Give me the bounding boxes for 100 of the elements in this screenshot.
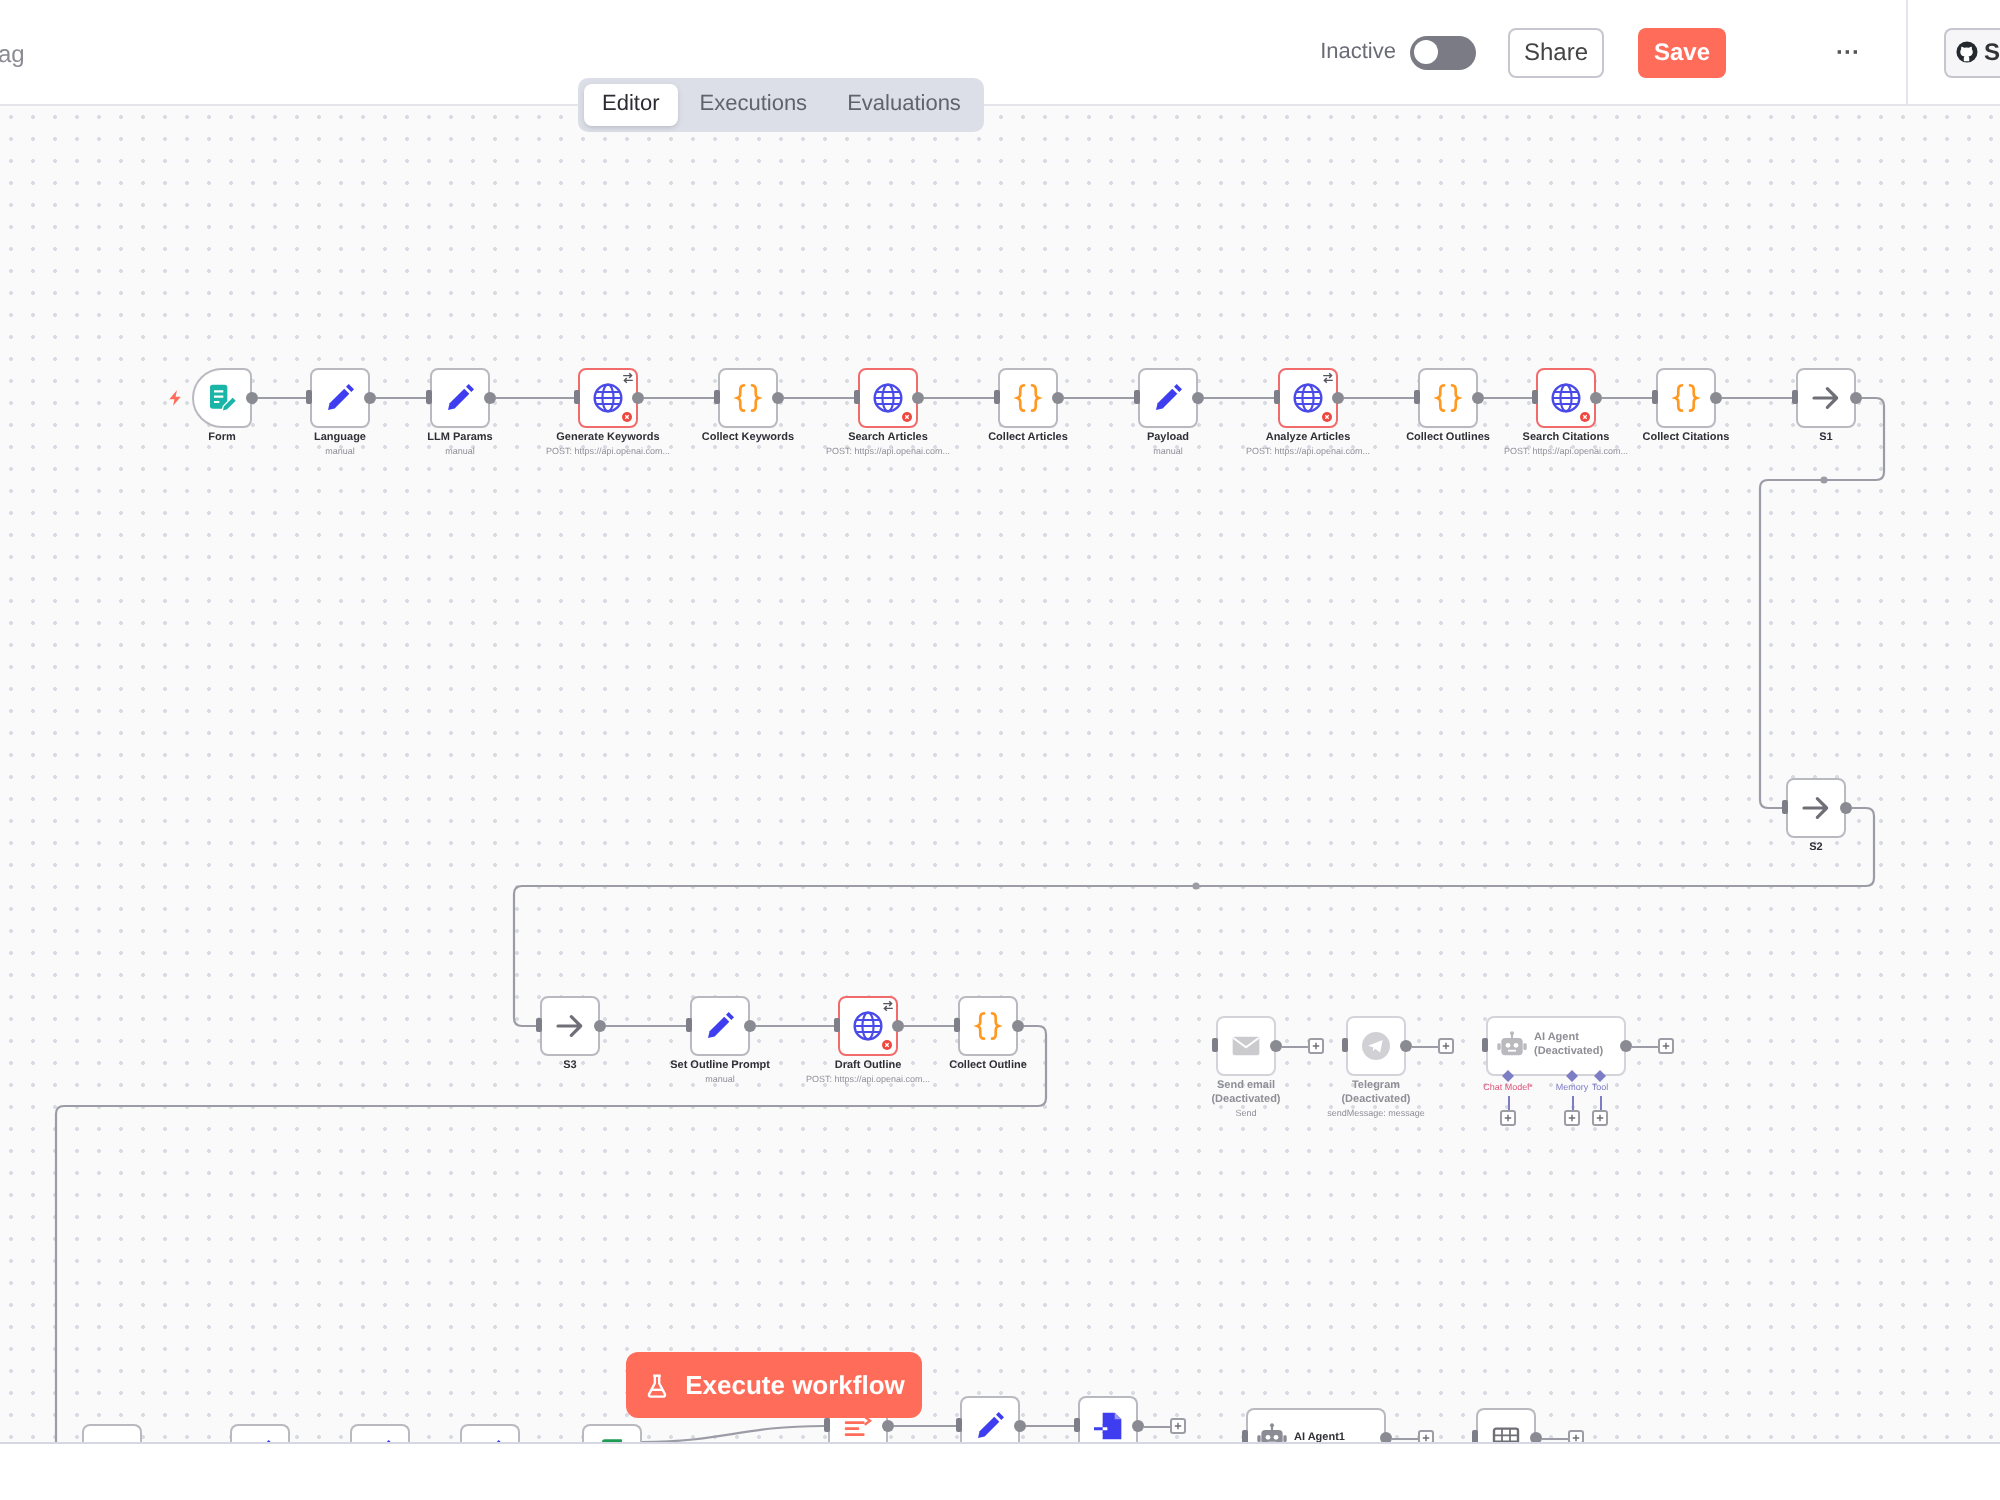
toggle-switch[interactable] [1410, 35, 1476, 69]
input-handle[interactable] [714, 390, 720, 404]
add-node-button[interactable] [1170, 1418, 1186, 1434]
error-icon [882, 1040, 892, 1050]
workflow-node[interactable] [192, 368, 252, 428]
error-icon [1322, 412, 1332, 422]
share-button[interactable]: Share [1508, 27, 1604, 77]
input-handle[interactable] [686, 1018, 692, 1032]
workflow-node[interactable] [838, 996, 898, 1056]
braces-icon [1012, 382, 1044, 414]
workflow-node[interactable] [1138, 368, 1198, 428]
pencil-icon [324, 382, 356, 414]
connection-line [1282, 1046, 1308, 1048]
connection-line [258, 396, 306, 400]
input-handle[interactable] [854, 390, 860, 404]
input-handle[interactable] [1652, 390, 1658, 404]
workflow-node[interactable] [230, 1424, 290, 1442]
workflow-node[interactable] [430, 368, 490, 428]
add-node-button[interactable] [1568, 1430, 1584, 1442]
add-node-button[interactable] [1500, 1110, 1516, 1126]
workflow-node[interactable] [1536, 368, 1596, 428]
input-handle[interactable] [426, 390, 432, 404]
save-button[interactable]: Save [1638, 27, 1726, 77]
add-node-button[interactable] [1308, 1038, 1324, 1054]
workflow-node[interactable] [958, 996, 1018, 1056]
input-handle[interactable] [1242, 1430, 1248, 1442]
view-tab[interactable]: Evaluations [829, 84, 979, 126]
workflow-node[interactable] [1078, 1396, 1138, 1442]
output-handle[interactable] [1530, 1432, 1542, 1442]
workflow-node[interactable] [998, 368, 1058, 428]
plus-icon [1572, 1434, 1580, 1442]
input-handle[interactable] [994, 390, 1000, 404]
input-handle[interactable] [306, 390, 312, 404]
workflow-node[interactable] [82, 1424, 142, 1442]
input-handle[interactable] [824, 1418, 830, 1432]
workflow-node[interactable] [1476, 1408, 1536, 1442]
input-handle[interactable] [834, 1018, 840, 1032]
input-handle[interactable] [1792, 390, 1798, 404]
output-handle[interactable] [1014, 1420, 1026, 1432]
workflow-node[interactable] [310, 368, 370, 428]
globe-icon [872, 382, 904, 414]
workflow-node[interactable] [578, 368, 638, 428]
input-handle[interactable] [1782, 800, 1788, 814]
connection-line [1484, 396, 1532, 400]
workflow-node[interactable] [1796, 368, 1856, 428]
input-handle[interactable] [954, 1018, 960, 1032]
input-handle[interactable] [1532, 390, 1538, 404]
more-button[interactable]: ··· [1832, 36, 1864, 68]
repo-button[interactable]: S [1944, 27, 2000, 77]
paper-plane-icon [1360, 1030, 1392, 1062]
connection-line [1412, 1046, 1438, 1048]
workflow-node[interactable] [1278, 368, 1338, 428]
error-icon [902, 412, 912, 422]
connection-line [496, 396, 574, 400]
input-handle[interactable] [536, 1018, 542, 1032]
workflow-node[interactable] [1418, 368, 1478, 428]
swap-arrows-icon [622, 372, 634, 384]
connection-line [1204, 396, 1274, 400]
add-node-button[interactable] [1592, 1110, 1608, 1126]
add-node-button[interactable] [1418, 1430, 1434, 1442]
input-handle[interactable] [1134, 390, 1140, 404]
input-handle[interactable] [574, 390, 580, 404]
globe-icon [1550, 382, 1582, 414]
input-handle[interactable] [1472, 1430, 1478, 1442]
output-handle[interactable] [1380, 1432, 1392, 1442]
workflow-node[interactable] [540, 996, 600, 1056]
input-handle[interactable] [956, 1418, 962, 1432]
input-handle[interactable] [1342, 1038, 1348, 1052]
workflow-node[interactable] [690, 996, 750, 1056]
globe-icon [852, 1010, 884, 1042]
view-tab[interactable]: Editor [584, 84, 678, 126]
pencil-icon [1152, 382, 1184, 414]
swap-arrows-icon [882, 1000, 894, 1012]
input-handle[interactable] [1414, 390, 1420, 404]
input-handle[interactable] [1482, 1038, 1488, 1052]
diamond-handle-icon [1594, 1070, 1606, 1082]
workflow-node[interactable] [1656, 368, 1716, 428]
plus-icon [1312, 1042, 1320, 1050]
execute-workflow-button[interactable]: Execute workflow [626, 1352, 922, 1418]
input-handle[interactable] [1274, 390, 1280, 404]
pencil-icon [444, 382, 476, 414]
pencil-icon [974, 1410, 1006, 1442]
view-tab[interactable]: Executions [681, 84, 826, 126]
input-handle[interactable] [1212, 1038, 1218, 1052]
workflow-node[interactable] [350, 1424, 410, 1442]
workflow-node[interactable] [828, 1418, 888, 1442]
add-node-button[interactable] [1658, 1038, 1674, 1054]
workflow-node[interactable] [460, 1424, 520, 1442]
add-node-button[interactable] [1438, 1038, 1454, 1054]
workflow-node[interactable] [718, 368, 778, 428]
add-node-button[interactable] [1564, 1110, 1580, 1126]
workflow-node[interactable] [858, 368, 918, 428]
list-icon [842, 1418, 874, 1442]
pencil-icon [704, 1010, 736, 1042]
workflow-node[interactable] [960, 1396, 1020, 1442]
workflow-node[interactable] [1786, 778, 1846, 838]
globe-icon [1292, 382, 1324, 414]
input-handle[interactable] [1074, 1418, 1080, 1432]
workflow-node[interactable] [582, 1424, 642, 1442]
connection-line [1392, 1438, 1418, 1440]
